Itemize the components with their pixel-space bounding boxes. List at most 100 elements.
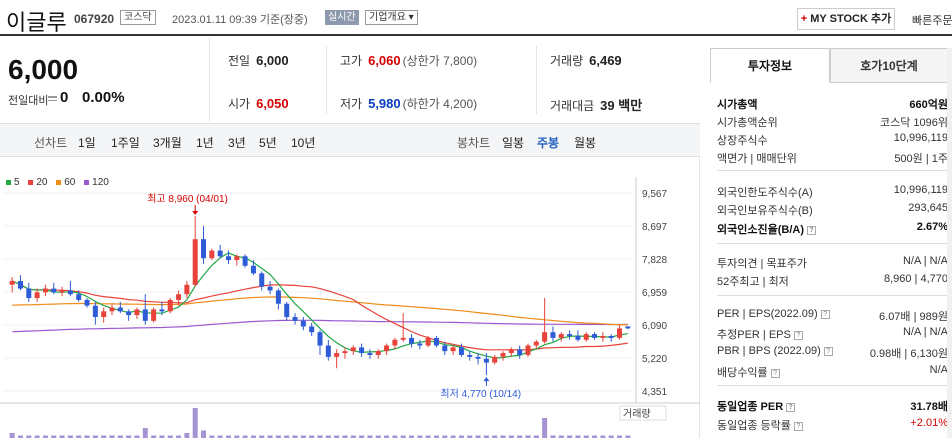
candle-body — [159, 309, 165, 312]
divider — [717, 243, 948, 244]
period-3m[interactable]: 3개월 — [153, 134, 182, 151]
candle-body — [92, 305, 98, 318]
candle-body — [309, 326, 315, 333]
scrollbar[interactable] — [947, 48, 952, 438]
price-stats: 전일 6,000 고가 6,060 (상한가 7,800) 거래량 6,469 시가 6,… — [210, 38, 700, 122]
investment-info-panel: 투자정보 호가10단계 시가총액 660억원 시가총액순위 코스닥 1096위 상장주식… — [710, 48, 952, 438]
add-my-stock-label: MY STOCK 추가 — [810, 13, 892, 25]
volume-bar — [142, 428, 148, 438]
volume-bar — [9, 433, 15, 438]
candle-body — [184, 284, 190, 295]
candle-body — [317, 332, 323, 346]
high-arrow-head — [192, 211, 199, 216]
volume-bar — [192, 408, 198, 438]
candle-body — [442, 345, 448, 352]
candle-body — [375, 351, 381, 355]
help-icon[interactable]: ? — [786, 402, 796, 412]
period-3y[interactable]: 3년 — [228, 134, 246, 151]
info-value: 293,645 — [908, 202, 948, 214]
stat-sub: (상한가 7,800) — [402, 54, 478, 68]
info-key: 동일업종 등락률? — [717, 417, 803, 433]
volume-bar — [184, 433, 190, 438]
candle-body — [242, 256, 248, 266]
period-5y[interactable]: 5년 — [259, 134, 277, 151]
info-value: 500원 | 1주 — [894, 153, 948, 165]
info-key: 추정PER | EPS? — [717, 326, 803, 342]
candle-daily[interactable]: 일봉 — [502, 134, 524, 151]
candle-body — [409, 337, 415, 344]
help-icon[interactable]: ? — [770, 368, 780, 378]
candle-body — [450, 347, 456, 352]
info-row: 동일업종 PER? 31.78배 — [717, 395, 948, 414]
stock-header: 이글루 067920 코스닥 2023.01.11 09:39 기준(장중) 실… — [0, 0, 952, 36]
candle-body — [109, 307, 115, 312]
info-row: PER | EPS(2022.09)? 6.07배 | 989원 — [717, 305, 948, 324]
candle-body — [425, 337, 431, 346]
candle-body — [500, 353, 506, 357]
help-icon[interactable]: ? — [823, 346, 833, 356]
period-1w[interactable]: 1주일 — [111, 134, 140, 151]
info-key: 외국인소진율(B/A)? — [717, 221, 816, 237]
candle-body — [176, 294, 182, 300]
candle-body — [558, 334, 564, 338]
candle-chart-label: 봉차트 — [457, 136, 491, 150]
candle-body — [342, 351, 348, 354]
period-1y[interactable]: 1년 — [196, 134, 214, 151]
info-row: 외국인보유주식수(B) 293,645 — [717, 199, 948, 218]
chart-svg: 9,567 8,697 7,828 6,959 6,090 5,220 4,351 최고 8,… — [0, 177, 700, 438]
candle-body — [76, 294, 82, 300]
candle-body — [267, 286, 273, 291]
company-overview-dropdown[interactable]: 기업개요 ▾ — [365, 10, 418, 25]
candle-body — [9, 280, 15, 285]
stat-label: 거래대금 — [550, 99, 595, 113]
info-row: 투자의견 | 목표주가 N/A | N/A — [717, 252, 948, 271]
candle-body — [400, 337, 406, 340]
info-key: 배당수익률? — [717, 364, 780, 380]
y-tick-label: 9,567 — [642, 189, 667, 200]
period-10y[interactable]: 10년 — [291, 134, 315, 151]
divider — [536, 46, 537, 114]
help-icon[interactable]: ? — [820, 309, 830, 319]
info-key: PBR | BPS (2022.09)? — [717, 345, 833, 357]
add-my-stock-button[interactable]: + MY STOCK 추가 — [797, 8, 895, 30]
candle-body — [117, 307, 123, 312]
candle-body — [600, 335, 606, 338]
info-value: 10,996,119 — [893, 184, 948, 196]
market-badge: 코스닥 — [120, 10, 156, 25]
candle-body — [250, 265, 256, 274]
realtime-button[interactable]: 실시간 — [325, 10, 359, 25]
help-icon[interactable]: ? — [807, 225, 816, 235]
y-tick-label: 6,959 — [642, 288, 667, 299]
info-key: 외국인보유주식수(B) — [717, 205, 813, 217]
candle-body — [492, 356, 498, 363]
help-icon[interactable]: ? — [793, 421, 803, 431]
quick-order-link[interactable]: 빠른주문 — [912, 12, 952, 28]
info-value: 2.67% — [916, 221, 948, 233]
volume-label: 거래량 — [623, 408, 651, 420]
stat-label: 전일 — [228, 54, 251, 68]
candle-body — [17, 280, 23, 289]
candle-body — [467, 354, 473, 357]
info-key: 시가총액순위 — [717, 117, 778, 129]
info-key: 액면가 | 매매단위 — [717, 153, 797, 165]
info-row: 시가총액 660억원 — [717, 93, 948, 112]
stat-value: 39 백만 — [600, 98, 643, 113]
candle-body — [167, 299, 173, 312]
candle-body — [67, 290, 73, 295]
info-row: 외국인한도주식수(A) 10,996,119 — [717, 181, 948, 200]
help-icon[interactable]: ? — [793, 330, 803, 340]
stat-label: 시가 — [228, 97, 251, 111]
info-value: 8,960 | 4,770 — [883, 273, 948, 285]
period-1d[interactable]: 1일 — [78, 134, 96, 151]
tab-investment-info[interactable]: 투자정보 — [710, 48, 830, 83]
candle-monthly[interactable]: 월봉 — [574, 134, 596, 151]
candle-body — [284, 303, 290, 318]
chart-toolbar: 선차트 1일 1주일 3개월 1년 3년 5년 10년 봉차트 일봉 주봉 월봉 — [0, 123, 700, 157]
tab-orderbook[interactable]: 호가10단계 — [830, 48, 948, 83]
candle-body — [384, 345, 390, 352]
candle-weekly[interactable]: 주봉 — [537, 134, 559, 151]
candle-body — [583, 334, 589, 340]
info-value: +2.01% — [910, 417, 948, 429]
stat-volume: 거래량 6,469 — [550, 52, 622, 69]
candle-body — [192, 239, 198, 285]
